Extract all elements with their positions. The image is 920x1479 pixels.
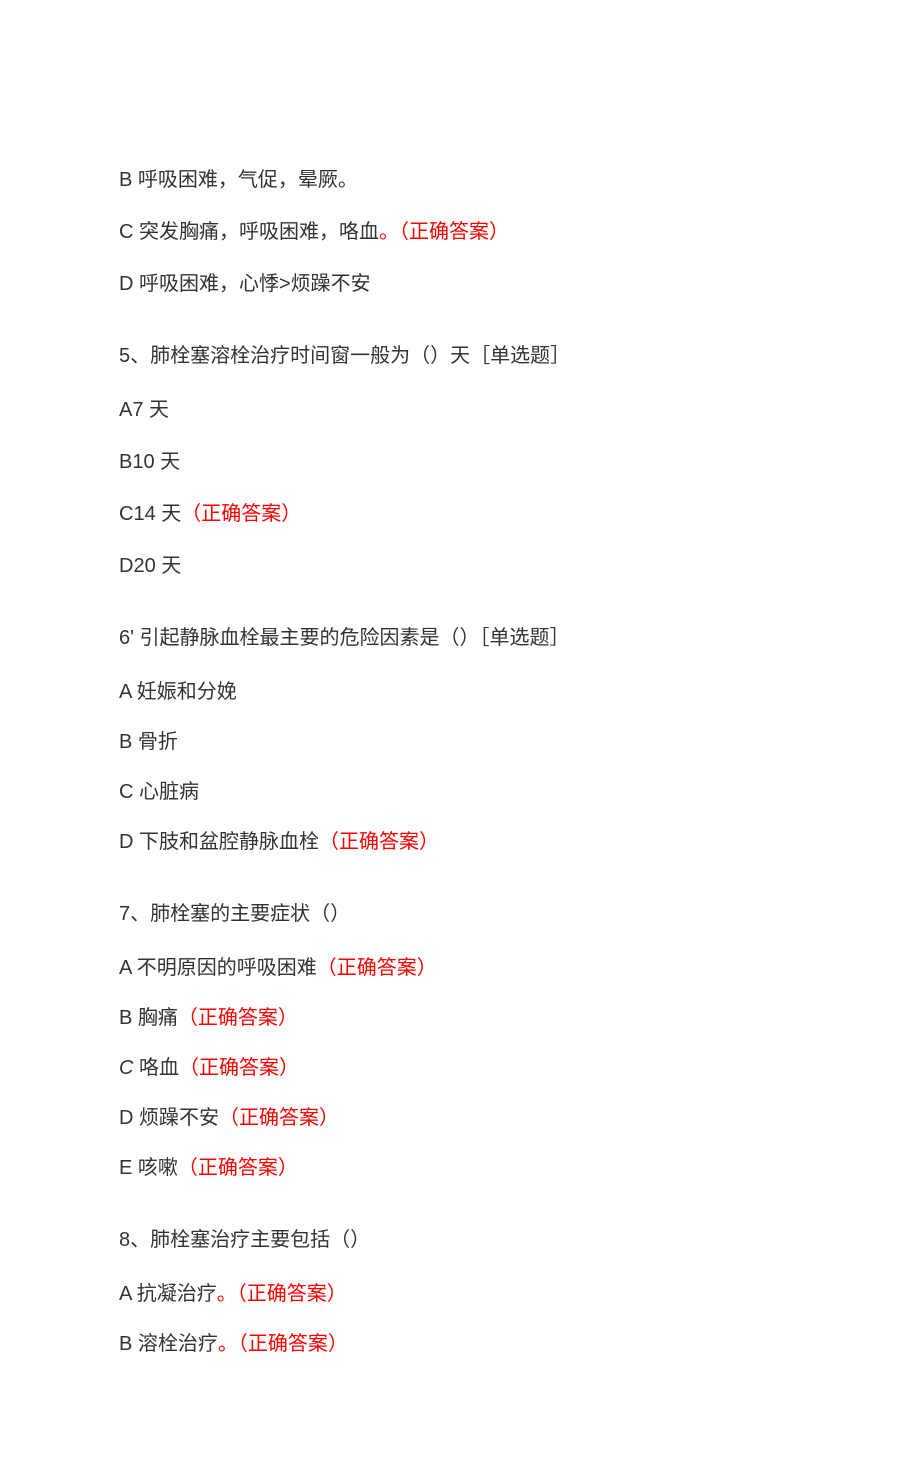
- option-prefix: C: [119, 1057, 133, 1079]
- q5-option-d: D20 天: [119, 551, 801, 581]
- option-text: E 咳嗽: [119, 1157, 178, 1179]
- q6-option-d: D 下肢和盆腔静脉血栓（正确答案）: [119, 827, 801, 857]
- option-text: B 溶栓治疗: [119, 1333, 218, 1355]
- option-text: C14 天: [119, 503, 181, 525]
- correct-answer-marker: 。（正确答案）: [379, 221, 509, 243]
- q7-option-d: D 烦躁不安（正确答案）: [119, 1103, 801, 1133]
- correct-answer-marker: （正确答案）: [319, 831, 439, 853]
- q4-option-d: D 呼吸困难，心悸>烦躁不安: [119, 269, 801, 299]
- q4-option-b: B 呼吸困难，气促，晕厥。: [119, 165, 801, 195]
- question-text: 6' 引起静脉血栓最主要的危险因素是（）［单选题］: [119, 627, 570, 649]
- q7-option-a: A 不明原因的呼吸困难（正确答案）: [119, 953, 801, 983]
- q6-option-a: A 妊娠和分娩: [119, 677, 801, 707]
- q7-option-b: B 胸痛（正确答案）: [119, 1003, 801, 1033]
- q8-title: 8、肺栓塞治疗主要包括（）: [119, 1225, 801, 1255]
- q8-option-b: B 溶栓治疗。（正确答案）: [119, 1329, 801, 1359]
- option-text: A 妊娠和分娩: [119, 681, 237, 703]
- q6-option-c: C 心脏病: [119, 777, 801, 807]
- q5-option-b: B10 天: [119, 447, 801, 477]
- option-text: B 呼吸困难，气促，晕厥。: [119, 169, 358, 191]
- q5-title: 5、肺栓塞溶栓治疗时间窗一般为（）天［单选题］: [119, 341, 801, 371]
- q6-option-b: B 骨折: [119, 727, 801, 757]
- q7-title: 7、肺栓塞的主要症状（）: [119, 899, 801, 929]
- correct-answer-marker: （正确答案）: [179, 1057, 299, 1079]
- q8-option-a: A 抗凝治疗。（正确答案）: [119, 1279, 801, 1309]
- question-text: 5、肺栓塞溶栓治疗时间窗一般为（）天［单选题］: [119, 345, 570, 367]
- correct-answer-marker: （正确答案）: [317, 957, 437, 979]
- q4-option-c: C 突发胸痛，呼吸困难，咯血。（正确答案）: [119, 217, 801, 247]
- option-text: D 下肢和盆腔静脉血栓: [119, 831, 319, 853]
- q7-option-e: E 咳嗽（正确答案）: [119, 1153, 801, 1183]
- option-text: C 突发胸痛，呼吸困难，咯血: [119, 221, 379, 243]
- option-text: D 烦躁不安: [119, 1107, 219, 1129]
- q7-option-c: C 咯血（正确答案）: [119, 1053, 801, 1083]
- option-text: 咯血: [139, 1057, 179, 1079]
- option-text: B 胸痛: [119, 1007, 178, 1029]
- option-text: D 呼吸困难，心悸>烦躁不安: [119, 273, 371, 295]
- q5-option-c: C14 天（正确答案）: [119, 499, 801, 529]
- correct-answer-marker: （正确答案）: [178, 1007, 298, 1029]
- question-text: 8、肺栓塞治疗主要包括（）: [119, 1229, 370, 1251]
- q5-option-a: A7 天: [119, 395, 801, 425]
- question-text: 7、肺栓塞的主要症状（）: [119, 903, 350, 925]
- q6-title: 6' 引起静脉血栓最主要的危险因素是（）［单选题］: [119, 623, 801, 653]
- option-text: A 不明原因的呼吸困难: [119, 957, 317, 979]
- correct-answer-marker: （正确答案）: [181, 503, 301, 525]
- option-text: B 骨折: [119, 731, 178, 753]
- correct-answer-marker: 。（正确答案）: [218, 1333, 348, 1355]
- option-text: A7 天: [119, 399, 169, 421]
- correct-answer-marker: （正确答案）: [178, 1157, 298, 1179]
- option-text: C 心脏病: [119, 781, 199, 803]
- option-text: B10 天: [119, 451, 180, 473]
- correct-answer-marker: （正确答案）: [219, 1107, 339, 1129]
- option-text: D20 天: [119, 555, 181, 577]
